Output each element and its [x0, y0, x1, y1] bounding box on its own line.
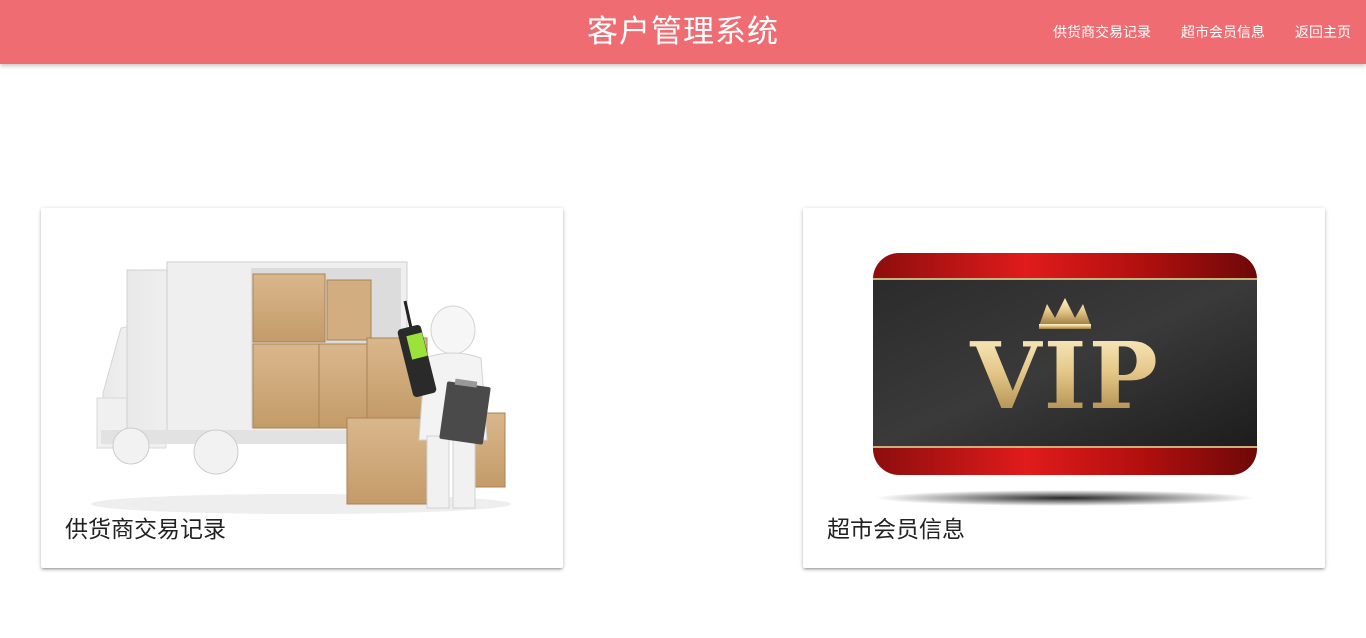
supplier-transactions-card-title: 供货商交易记录 — [65, 517, 226, 543]
vip-text: VIP — [969, 322, 1160, 430]
nav-link-home[interactable]: 返回主页 — [1295, 22, 1351, 42]
top-navbar: 客户管理系统 供货商交易记录 超市会员信息 返回主页 — [0, 0, 1366, 64]
vip-card-illustration-icon: VIP — [873, 253, 1257, 506]
nav-link-supplier-transactions[interactable]: 供货商交易记录 — [1053, 22, 1151, 42]
nav-link-member-info[interactable]: 超市会员信息 — [1181, 22, 1265, 42]
delivery-truck-illustration-icon — [91, 261, 511, 514]
member-info-card[interactable]: VIP 超市会员信息 — [803, 208, 1325, 568]
member-info-card-title: 超市会员信息 — [827, 517, 965, 543]
nav-links: 供货商交易记录 超市会员信息 返回主页 — [1023, 0, 1351, 64]
supplier-transactions-card[interactable]: 供货商交易记录 — [41, 208, 563, 568]
